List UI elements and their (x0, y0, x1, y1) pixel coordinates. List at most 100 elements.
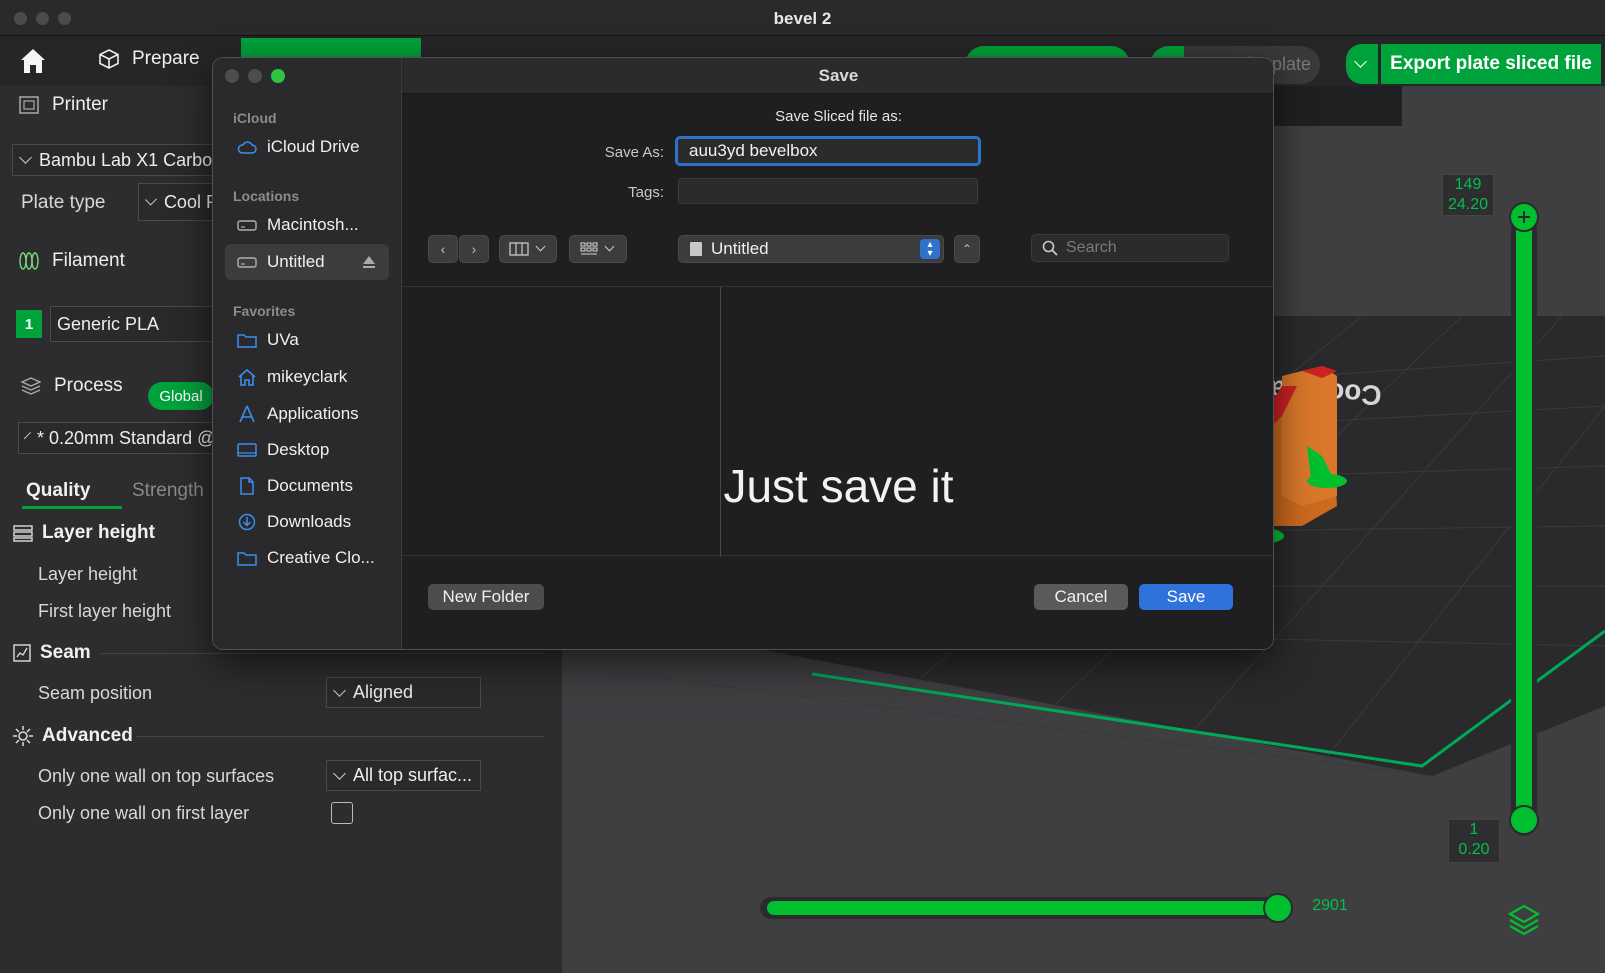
layer-height-icon (13, 525, 33, 542)
dialog-close-button[interactable] (225, 69, 239, 83)
sidebar-item-applications[interactable]: Applications (225, 396, 389, 432)
filament-slot-badge: 1 (16, 310, 42, 338)
sidebar-item-icloud-drive[interactable]: iCloud Drive (225, 129, 389, 165)
first-layer-height-label: First layer height (38, 601, 172, 621)
filament-heading: Filament (52, 250, 125, 271)
process-section-header[interactable]: Process (20, 375, 123, 397)
new-folder-button[interactable]: New Folder (428, 584, 544, 610)
sidebar-item-untitled[interactable]: Untitled (225, 244, 389, 280)
top-layer-readout: 149 24.20 (1442, 174, 1494, 216)
cloud-icon (237, 138, 257, 156)
sidebar-item-downloads[interactable]: Downloads (225, 504, 389, 540)
download-icon (237, 513, 257, 531)
layer-slider-bottom-thumb[interactable] (1509, 805, 1539, 835)
sidebar-item-label: Untitled (267, 252, 325, 271)
sidebar-item-label: Desktop (267, 440, 330, 459)
chevron-down-icon (144, 193, 157, 206)
seam-group-header: Seam (12, 642, 91, 664)
overlay-caption: Just save it (723, 460, 954, 512)
one-wall-top-label: Only one wall on top surfaces (38, 766, 275, 786)
favorites-heading: Favorites (233, 303, 296, 319)
sidebar-item-mikeyclark[interactable]: mikeyclark (225, 359, 389, 395)
cube-icon (99, 49, 119, 69)
filament-section-header[interactable]: Filament (18, 250, 125, 272)
chevron-right-icon: › (471, 241, 477, 257)
seam-position-label: Seam position (38, 683, 153, 703)
sidebar-item-label: Documents (267, 476, 353, 495)
layers-icon (20, 377, 42, 395)
bottom-layer-readout: 1 0.20 (1448, 819, 1500, 863)
export-button-group: Export plate sliced file (1346, 44, 1601, 84)
search-icon (1042, 240, 1058, 256)
folder-icon (237, 331, 257, 349)
save-as-input[interactable] (675, 136, 981, 166)
bottom-layer-number: 1 (1469, 821, 1479, 838)
sidebar-item-label: mikeyclark (267, 367, 348, 386)
export-dropdown-button[interactable] (1346, 44, 1378, 84)
layers-toggle-icon[interactable] (1507, 904, 1541, 936)
group-by-button[interactable] (569, 235, 627, 263)
forward-button[interactable]: › (459, 235, 489, 263)
updown-icon: ▴ ▾ (920, 239, 940, 259)
chevron-down-icon (19, 151, 32, 164)
dialog-sidebar: iCloud iCloud Drive Locations Macintosh.… (213, 58, 402, 649)
applications-icon (237, 405, 257, 423)
dialog-main: Save Sliced file as: Save As: Tags: ‹ › … (402, 94, 1273, 649)
dialog-zoom-button[interactable] (271, 69, 285, 83)
view-mode-button[interactable] (499, 235, 557, 263)
one-wall-first-label: Only one wall on first layer (38, 803, 250, 823)
eject-icon[interactable] (363, 256, 375, 268)
cancel-button[interactable]: Cancel (1034, 584, 1128, 610)
printer-heading: Printer (52, 94, 108, 115)
seam-icon (13, 644, 31, 662)
move-slider-thumb[interactable] (1263, 893, 1293, 923)
chevron-down-icon (535, 241, 546, 252)
seam-position-select[interactable]: Aligned (326, 677, 481, 708)
folder-icon (237, 549, 257, 567)
location-popup[interactable]: Untitled ▴ ▾ (678, 235, 944, 263)
layer-height-group-header: Layer height (12, 522, 155, 544)
column-divider[interactable] (720, 287, 721, 557)
search-placeholder: Search (1066, 239, 1117, 256)
sidebar-item-creative-cloud[interactable]: Creative Clo... (225, 540, 389, 576)
dialog-minimize-button[interactable] (248, 69, 262, 83)
sidebar-item-label: iCloud Drive (267, 137, 360, 156)
sidebar-item-desktop[interactable]: Desktop (225, 432, 389, 468)
bottom-layer-height: 0.20 (1458, 841, 1490, 858)
export-sliced-file-button[interactable]: Export plate sliced file (1381, 44, 1601, 84)
filament-spool-icon (19, 252, 39, 270)
tab-quality[interactable]: Quality (26, 480, 90, 502)
chevron-down-icon (1354, 55, 1367, 68)
file-browser[interactable]: Just save it (402, 286, 1273, 557)
drive-icon (237, 216, 257, 234)
advanced-group-header: Advanced (12, 725, 133, 747)
one-wall-top-select[interactable]: All top surfac... (326, 760, 481, 791)
advanced-divider (136, 736, 544, 737)
back-button[interactable]: ‹ (428, 235, 458, 263)
columns-icon (509, 242, 529, 256)
top-layer-number: 149 (1454, 176, 1482, 193)
one-wall-top-value: All top surfac... (353, 765, 473, 785)
printer-select[interactable]: Bambu Lab X1 Carbon (12, 144, 232, 176)
chevron-up-icon: ⌃ (961, 242, 973, 256)
search-field[interactable]: Search (1031, 234, 1229, 262)
tab-strength[interactable]: Strength (132, 480, 204, 502)
sidebar-item-documents[interactable]: Documents (225, 468, 389, 504)
sidebar-item-uva[interactable]: UVa (225, 322, 389, 358)
one-wall-first-checkbox[interactable] (331, 802, 353, 824)
sidebar-item-macintosh[interactable]: Macintosh... (225, 207, 389, 243)
filament-select-value: Generic PLA (57, 313, 160, 334)
seam-position-value: Aligned (353, 682, 414, 702)
prepare-tab[interactable]: Prepare (98, 48, 200, 70)
tags-input[interactable] (678, 178, 978, 204)
expand-collapse-button[interactable]: ⌃ (954, 235, 980, 263)
global-badge[interactable]: Global (148, 382, 214, 410)
advanced-heading: Advanced (42, 725, 133, 746)
app-title: bevel 2 (773, 9, 832, 28)
printer-select-value: Bambu Lab X1 Carbon (39, 149, 223, 170)
printer-section-header[interactable]: Printer (18, 94, 108, 116)
save-button[interactable]: Save (1139, 584, 1233, 610)
drive-icon (237, 253, 257, 271)
plate-type-label: Plate type (21, 192, 106, 213)
home-button[interactable] (18, 46, 48, 76)
